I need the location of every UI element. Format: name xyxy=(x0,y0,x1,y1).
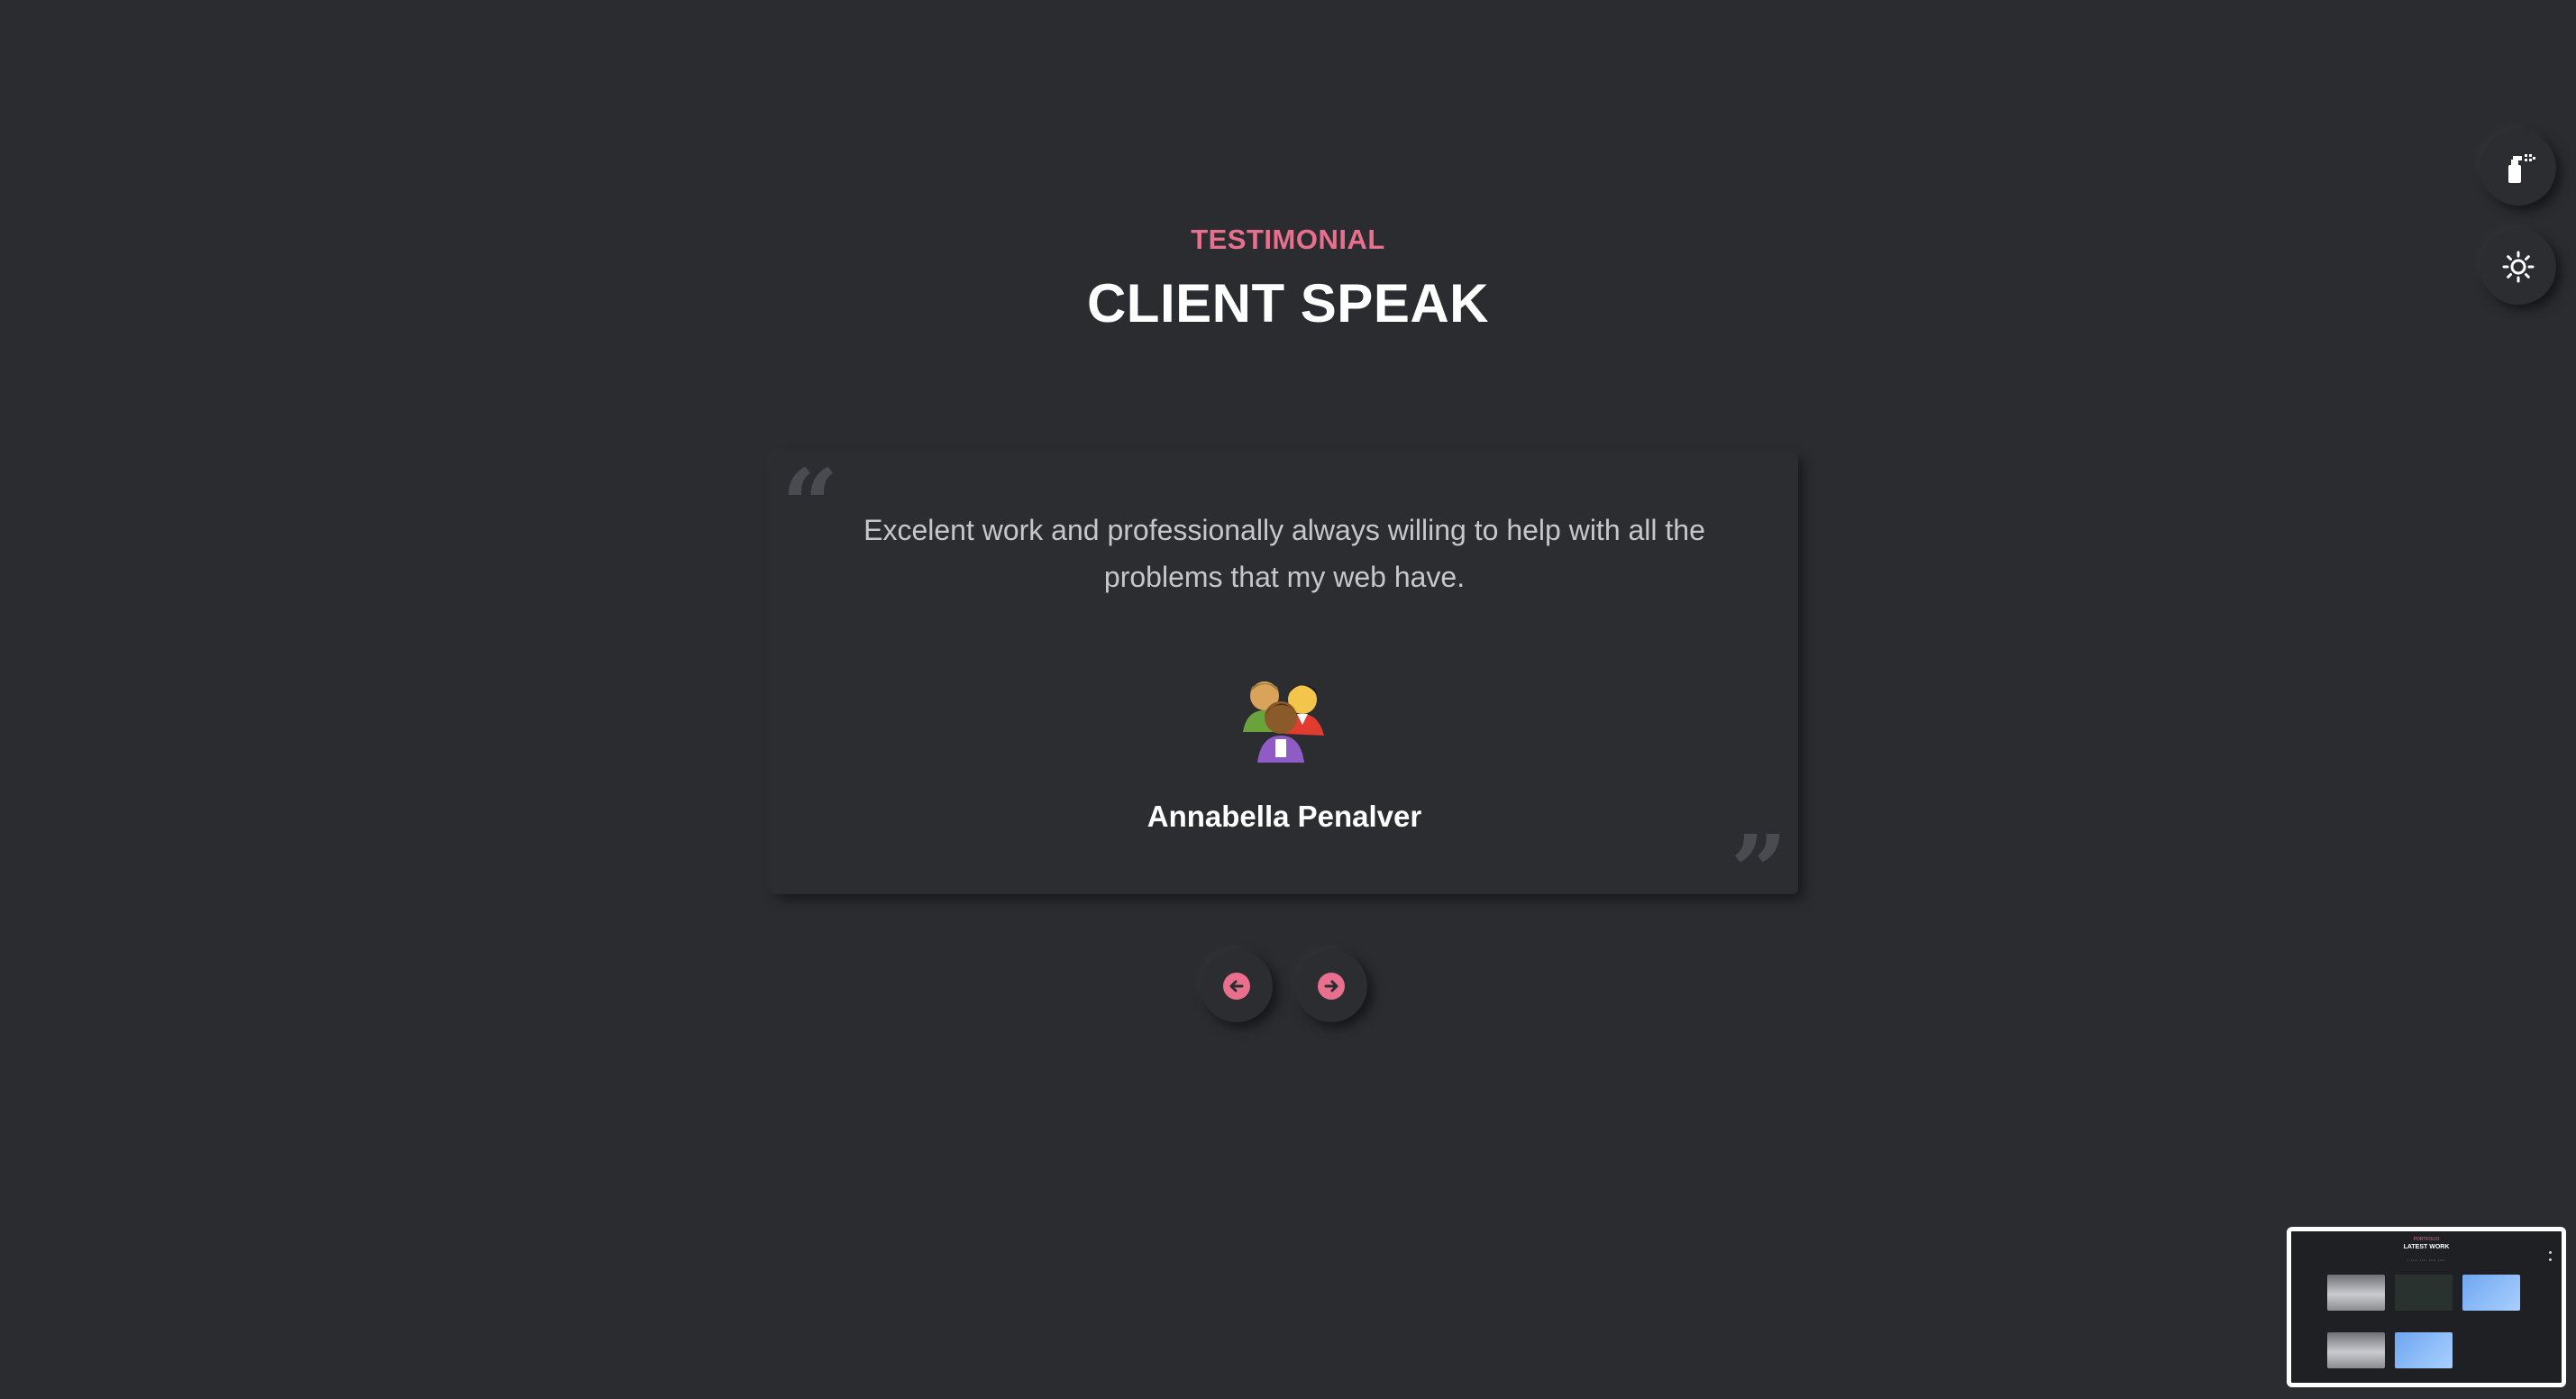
page-minimap[interactable]: PORTFOLIO LATEST WORK ▪ ▪▪▪▪ ▪▪▪▪ ▪▪▪▪ ▪… xyxy=(2287,1227,2566,1387)
client-name: Annabella Penalver xyxy=(1146,800,1422,833)
prev-testimonial-button[interactable] xyxy=(1201,950,1273,1022)
color-picker-button[interactable] xyxy=(2480,130,2556,206)
client-avatar xyxy=(1243,681,1324,763)
theme-toggle-button[interactable] xyxy=(2480,229,2556,305)
minimap-dot xyxy=(2549,1258,2552,1261)
minimap-thumbnail xyxy=(2327,1275,2385,1311)
arrow-right-circle-icon xyxy=(1318,973,1345,1000)
sun-icon xyxy=(2502,251,2535,283)
minimap-dot xyxy=(2549,1251,2552,1254)
close-quote-icon: ” xyxy=(1730,813,1787,929)
minimap-title: LATEST WORK xyxy=(2403,1244,2450,1250)
minimap-thumbnail xyxy=(2395,1275,2453,1311)
arrow-left-circle-icon xyxy=(1223,973,1250,1000)
section-kicker: TESTIMONIAL xyxy=(1191,224,1385,255)
minimap-filters: ▪ ▪▪▪▪ ▪▪▪▪ ▪▪▪▪ ▪▪▪▪ xyxy=(2407,1258,2446,1262)
spray-can-icon xyxy=(2508,154,2535,183)
minimap-kicker: PORTFOLIO xyxy=(2413,1237,2440,1242)
minimap-thumbnail xyxy=(2395,1332,2453,1368)
section-title: CLIENT SPEAK xyxy=(1086,273,1490,334)
minimap-thumbnail xyxy=(2327,1332,2385,1368)
page: TESTIMONIAL CLIENT SPEAK “ Excelent work… xyxy=(0,0,2576,1399)
minimap-thumbnail xyxy=(2462,1275,2520,1311)
testimonial-text: Excelent work and professionally always … xyxy=(863,514,1705,593)
next-testimonial-button[interactable] xyxy=(1295,950,1367,1022)
testimonial-card: “ Excelent work and professionally alway… xyxy=(771,453,1798,921)
